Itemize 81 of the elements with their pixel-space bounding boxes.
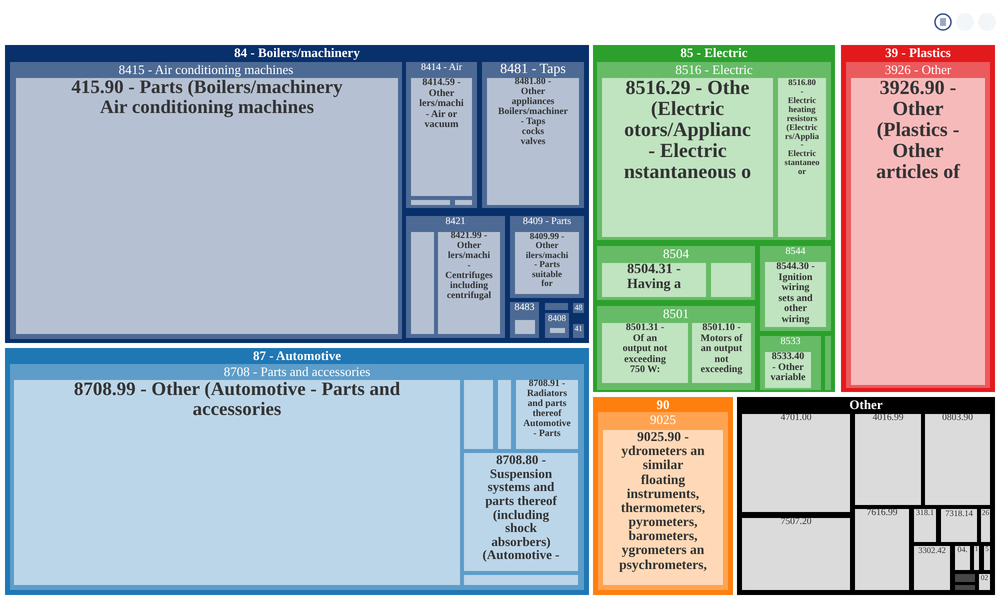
treemap-tile[interactable]: 318.1 xyxy=(914,509,936,542)
group-label: 3926 - Other xyxy=(884,62,952,78)
group-label: 8544 xyxy=(786,246,806,258)
treemap-tile[interactable]: 0803.90 xyxy=(925,414,990,505)
group-label: 8483 xyxy=(514,302,534,314)
treemap-group[interactable]: 8415 - Air conditioning machines 415.90 - Parts (Boilers/machinery Air conditioning machines xyxy=(10,62,402,339)
treemap-group[interactable]: 90 9025 9025.90 - ydrometers an similar floating instruments, thermometers, pyrometers, barometers, ygrometers an psychrometers, xyxy=(593,397,733,595)
treemap-group[interactable]: 8421 8421.99 - Other lers/machi - Centrifuges including centrifugal xyxy=(406,216,505,338)
treemap-group[interactable]: 8483 xyxy=(510,302,539,338)
treemap-tile[interactable]: 7318.14 xyxy=(941,509,977,542)
group-label: 8708 - Parts and accessories xyxy=(224,364,370,380)
treemap-group[interactable]: 8481 - Taps 8481.80 - Other appliances Boilers/machiner - Taps cocks valves xyxy=(482,62,584,208)
treemap-tile[interactable]: 8501.10 - Motors of an output not exceeding xyxy=(692,323,751,383)
treemap-group[interactable] xyxy=(5,45,589,343)
treemap-tile[interactable]: 8414.59 - Other lers/machi - Air or vacuum xyxy=(411,78,472,196)
treemap-tile[interactable] xyxy=(955,574,975,582)
group-label: 8516 - Electric xyxy=(675,62,753,78)
treemap-tile[interactable]: 7616.99 xyxy=(855,509,909,590)
treemap-tile[interactable] xyxy=(455,200,472,205)
treemap-group[interactable]: 3926 - Other 3926.90 - Other (Plastics - Other articles of xyxy=(846,62,990,388)
treemap-tile[interactable]: 8516.29 - Othe (Electric otors/Applianc - Electric nstantaneous o xyxy=(602,78,773,237)
treemap-tile[interactable]: 8481.80 - Other appliances Boilers/machiner - Taps cocks valves xyxy=(487,78,579,205)
treemap-tile[interactable] xyxy=(464,575,578,585)
treemap-tile[interactable] xyxy=(498,380,511,449)
treemap-group[interactable]: 8408 xyxy=(545,313,569,338)
treemap-tile[interactable]: 8504.31 - Having a xyxy=(602,263,706,297)
treemap-tile[interactable]: 8708.99 - Other (Automotive - Parts and accessories xyxy=(14,380,460,585)
group-label: 8414 - Air xyxy=(420,62,462,74)
group-label: 8408 xyxy=(548,313,566,324)
group-label: 9025 xyxy=(650,412,676,428)
group-label: 84 - Boilers/machinery xyxy=(234,45,360,61)
group-label: 8501 xyxy=(663,306,689,322)
group-label: 8409 - Parts xyxy=(522,216,572,228)
treemap-tile[interactable]: 8421.99 - Other lers/machi - Centrifuges including centrifugal xyxy=(438,232,500,334)
group-label: 90 xyxy=(656,397,670,413)
treemap-group[interactable]: 8504 8504.31 - Having a xyxy=(597,246,755,300)
treemap-group[interactable]: 39 - Plastics 3926 - Other 3926.90 - Other (Plastics - Other articles of xyxy=(841,45,995,392)
treemap-tile[interactable] xyxy=(711,263,751,297)
treemap-tile[interactable]: 9025.90 - ydrometers an similar floating instruments, thermometers, pyrometers, barometers, ygrometers an psychrometers, xyxy=(603,430,723,585)
treemap-group[interactable]: 8501 8501.31 - Of an output not exceeding 750 W: 8501.10 - Motors of an output not exceeding xyxy=(597,306,755,390)
treemap-tile[interactable] xyxy=(955,585,975,590)
chart-logo-icon[interactable] xyxy=(934,13,952,31)
group-label: 41 xyxy=(574,324,582,334)
group-label: 87 - Automotive xyxy=(252,348,342,364)
treemap-tile[interactable] xyxy=(464,380,493,449)
treemap-tile[interactable]: 8708.80 - Suspension systems and parts thereof (including shock absorbers) (Automotive - xyxy=(464,453,578,571)
treemap-group[interactable]: 8533 8533.40 - Other variable xyxy=(760,336,821,390)
treemap-tile[interactable] xyxy=(550,328,565,333)
treemap-tile[interactable] xyxy=(411,200,450,205)
treemap-tile[interactable] xyxy=(515,320,535,334)
treemap-tile[interactable]: 4701.00 xyxy=(742,414,850,512)
group-label: Other xyxy=(849,397,883,413)
treemap-tile[interactable]: 3302.42 xyxy=(914,546,950,590)
treemap-group[interactable]: 8409 - Parts 8409.99 - Other ilers/machi - Parts suitable for xyxy=(510,216,584,298)
group-label: 39 - Plastics xyxy=(885,45,951,61)
treemap-group[interactable]: 8544 8544.30 - Ignition wiring sets and other wiring xyxy=(760,246,831,331)
treemap-tile[interactable] xyxy=(545,303,568,310)
treemap-tile[interactable]: 8501.31 - Of an output not exceeding 750 W: xyxy=(602,323,688,383)
treemap-tile[interactable]: 7507.20 xyxy=(742,518,850,590)
treemap-tile[interactable]: 8516.80 - Electric heating resistors (Electric rs/Applia - Electric stantaneo or xyxy=(778,78,826,237)
treemap-tile[interactable]: 3926.90 - Other (Plastics - Other articles of xyxy=(851,78,985,385)
treemap-group[interactable]: 9025 9025.90 - ydrometers an similar floating instruments, thermometers, pyrometers, barometers, ygrometers an psychrometers, xyxy=(598,412,728,590)
treemap-tile[interactable]: 04. xyxy=(955,546,970,570)
treemap-group[interactable]: 41 xyxy=(573,324,584,338)
group-label: 85 - Electric xyxy=(680,45,748,61)
treemap-tile[interactable]: 8533.40 - Other variable xyxy=(765,352,811,388)
group-label: 8421 xyxy=(446,216,466,228)
treemap-group[interactable] xyxy=(593,45,835,392)
treemap-tile[interactable]: 415.90 - Parts (Boilers/machinery Air conditioning machines xyxy=(16,78,398,334)
treemap-tile[interactable]: 4016.99 xyxy=(855,414,921,505)
treemap-tile[interactable] xyxy=(825,336,831,390)
group-label: 8504 xyxy=(663,246,689,262)
treemap-tile[interactable] xyxy=(411,232,434,334)
treemap-group[interactable]: 8414 - Air 8414.59 - Other lers/machi - Air or vacuum xyxy=(406,62,477,208)
group-label: 8533 xyxy=(780,336,800,348)
treemap-tile[interactable]: 8708.91 - Radiators and parts thereof Automotive - Parts xyxy=(516,380,578,449)
treemap-tile[interactable]: 8544.30 - Ignition wiring sets and other wiring xyxy=(765,262,826,327)
group-label: 8415 - Air conditioning machines xyxy=(118,62,294,78)
treemap-group[interactable]: 8516 - Electric 8516.29 - Othe (Electric otors/Applianc - Electric nstantaneous o 8516.80 - Electric heating resistors (Electric rs/Applia - Electric stantaneo or xyxy=(597,62,831,240)
treemap-tile[interactable]: 8409.99 - Other ilers/machi - Parts suitable for xyxy=(515,232,579,294)
group-label: 8481 - Taps xyxy=(500,62,566,78)
